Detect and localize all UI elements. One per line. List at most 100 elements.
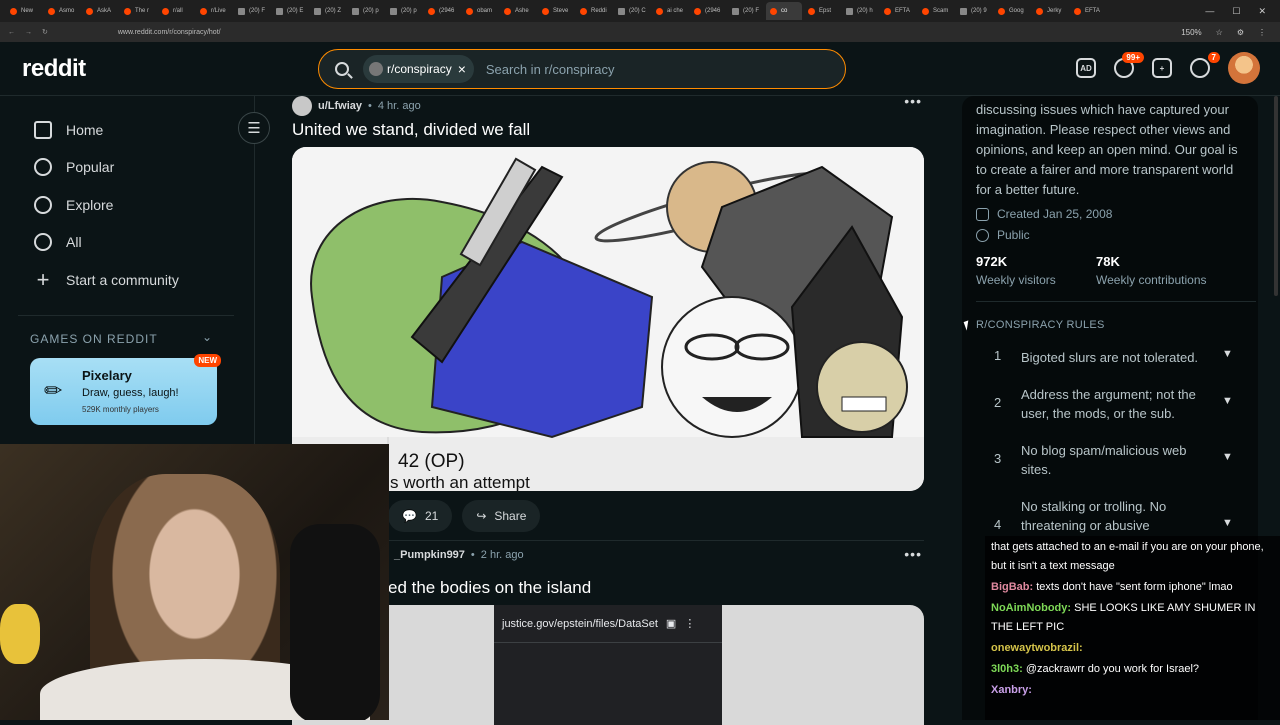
page-scrollbar[interactable] xyxy=(1274,96,1278,296)
subreddit-chip[interactable]: r/conspiracy × xyxy=(363,55,474,83)
post-author[interactable]: u/Lfwiay xyxy=(318,100,362,112)
home-icon xyxy=(34,121,52,139)
browser-tab[interactable]: EFTA xyxy=(880,2,916,20)
menu-icon[interactable]: ⋮ xyxy=(1258,28,1266,37)
extensions-icon[interactable]: ⚙ xyxy=(1237,28,1244,37)
embedded-menu-icon: ⋮ xyxy=(684,618,696,630)
browser-tab[interactable]: AskA xyxy=(82,2,118,20)
popular-icon xyxy=(34,158,52,176)
post-title[interactable]: United we stand, divided we fall xyxy=(292,120,530,140)
created-date: Created Jan 25, 2008 xyxy=(976,207,1112,221)
browser-tab[interactable]: Goog xyxy=(994,2,1030,20)
browser-tab[interactable]: EFTA xyxy=(1070,2,1106,20)
browser-tab[interactable]: Asmo xyxy=(44,2,80,20)
comment-icon: 💬 xyxy=(402,509,417,523)
browser-tab[interactable]: co xyxy=(766,2,802,20)
url-field[interactable]: www.reddit.com/r/conspiracy/hot/ xyxy=(118,29,221,36)
browser-tab[interactable]: Steve xyxy=(538,2,574,20)
minimize-icon[interactable]: — xyxy=(1205,6,1214,16)
tab-title: (20) C xyxy=(629,8,646,14)
favicon-icon xyxy=(580,7,587,15)
cake-icon xyxy=(976,207,989,221)
browser-tab[interactable]: (20) F xyxy=(234,2,270,20)
chevron-down-icon[interactable]: ▼ xyxy=(1222,517,1233,529)
subreddit-chip-label: r/conspiracy xyxy=(387,62,452,76)
favicon-icon xyxy=(694,7,701,15)
post-image[interactable]: 42 (OP) s worth an attempt xyxy=(292,147,924,491)
browser-tab[interactable]: (20) F xyxy=(728,2,764,20)
nav-explore[interactable]: Explore xyxy=(34,196,113,214)
favicon-icon xyxy=(200,7,207,15)
post-time: 4 hr. ago xyxy=(377,100,421,112)
notifications-icon[interactable]: 7 xyxy=(1190,52,1220,78)
browser-tab[interactable]: New xyxy=(6,2,42,20)
create-post-icon[interactable]: + xyxy=(1152,58,1172,78)
chat-icon[interactable]: 99+ xyxy=(1114,52,1144,78)
favicon-icon xyxy=(884,7,891,15)
share-button[interactable]: ↪ Share xyxy=(462,500,541,532)
tab-title: (20) F xyxy=(743,8,760,14)
zoom-level[interactable]: 150% xyxy=(1181,28,1201,37)
chevron-down-icon[interactable]: ▼ xyxy=(1222,348,1233,360)
tab-title: Asmo xyxy=(59,8,75,14)
author-avatar[interactable] xyxy=(292,96,312,116)
bookmark-icon[interactable]: ☆ xyxy=(1216,28,1223,37)
nav-popular[interactable]: Popular xyxy=(34,158,114,176)
browser-tab[interactable]: ai che xyxy=(652,2,688,20)
chevron-down-icon[interactable]: ⌄ xyxy=(202,330,212,344)
streamer-webcam xyxy=(0,444,389,720)
nav-start-community[interactable]: + Start a community xyxy=(34,267,179,292)
browser-tab[interactable]: (2946 xyxy=(424,2,460,20)
game-card-pixelary[interactable]: ✏ Pixelary Draw, guess, laugh! 529K mont… xyxy=(30,354,221,425)
browser-tab[interactable]: The r xyxy=(120,2,156,20)
browser-tab[interactable]: r/all xyxy=(158,2,194,20)
browser-tab[interactable]: (20) p xyxy=(386,2,422,20)
browser-tab[interactable]: (20) 9 xyxy=(956,2,992,20)
advertise-icon[interactable]: AD xyxy=(1076,58,1096,78)
browser-tab[interactable]: (20) E xyxy=(272,2,308,20)
plus-icon: + xyxy=(36,267,50,292)
stat-value: 78K xyxy=(1096,254,1120,269)
more-options-icon[interactable]: ••• xyxy=(904,93,922,109)
browser-tab[interactable]: Ashe xyxy=(500,2,536,20)
chevron-down-icon[interactable]: ▼ xyxy=(1222,451,1233,463)
forward-icon[interactable]: → xyxy=(25,29,32,36)
nav-all[interactable]: All xyxy=(34,233,82,251)
favicon-icon xyxy=(846,7,853,15)
tab-title: (20) p xyxy=(401,8,417,14)
post2-author[interactable]: _Pumpkin997 xyxy=(394,549,465,561)
browser-tab[interactable]: Jerky xyxy=(1032,2,1068,20)
reload-icon[interactable]: ↻ xyxy=(42,28,48,36)
tab-title: obam xyxy=(477,8,493,14)
maximize-icon[interactable]: ☐ xyxy=(1232,6,1240,17)
chat-username: 3l0h3: xyxy=(991,663,1023,675)
games-heading: GAMES ON REDDIT xyxy=(30,332,158,346)
search-input[interactable]: Search in r/conspiracy xyxy=(486,62,615,77)
browser-tab[interactable]: (20) h xyxy=(842,2,878,20)
close-icon[interactable]: ✕ xyxy=(1258,6,1266,17)
reddit-logo[interactable]: reddit xyxy=(22,55,86,83)
browser-tab[interactable]: r/Live xyxy=(196,2,232,20)
rule-text: No blog spam/malicious web sites. xyxy=(1021,443,1187,477)
chevron-down-icon[interactable]: ▼ xyxy=(1222,395,1233,407)
browser-tab[interactable]: (2946 xyxy=(690,2,726,20)
browser-tab[interactable]: Reddi xyxy=(576,2,612,20)
remove-chip-icon[interactable]: × xyxy=(458,61,466,77)
back-icon[interactable]: ← xyxy=(8,29,15,36)
browser-tab[interactable]: obam xyxy=(462,2,498,20)
browser-tab[interactable]: (20) Z xyxy=(310,2,346,20)
browser-tab[interactable]: Scam xyxy=(918,2,954,20)
user-avatar[interactable] xyxy=(1228,52,1260,84)
image-caption-1: 42 (OP) xyxy=(398,451,465,472)
browser-tab[interactable]: (20) p xyxy=(348,2,384,20)
more-options-icon[interactable]: ••• xyxy=(904,546,922,562)
comments-button[interactable]: 💬 21 xyxy=(388,500,453,532)
search-bar[interactable]: r/conspiracy × Search in r/conspiracy xyxy=(318,49,846,89)
browser-tab[interactable]: (20) C xyxy=(614,2,650,20)
browser-tab[interactable]: Epst xyxy=(804,2,840,20)
nav-home-label: Home xyxy=(66,122,104,138)
nav-home[interactable]: Home xyxy=(34,121,103,139)
chat-message: Xanbry: xyxy=(991,681,1274,700)
tab-title: Ashe xyxy=(515,8,529,14)
collapse-nav-button[interactable]: ☰ xyxy=(238,112,270,144)
